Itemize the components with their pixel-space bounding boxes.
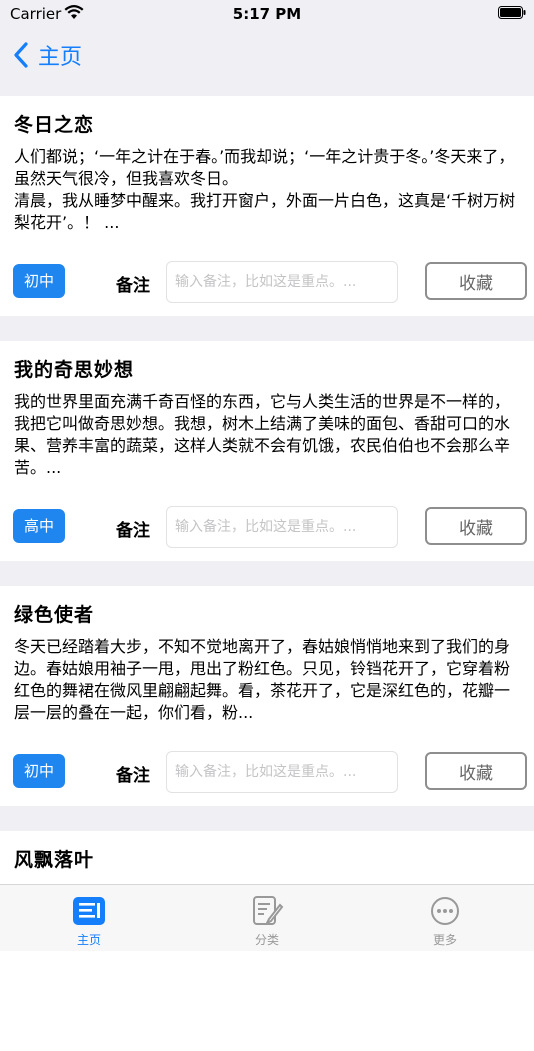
home-list-icon: [73, 897, 105, 925]
grade-badge: 高中: [13, 509, 65, 543]
grade-badge: 初中: [13, 754, 65, 788]
favorite-button[interactable]: 收藏: [425, 262, 527, 300]
essay-title: 绿色使者: [14, 604, 95, 626]
essay-excerpt: 人们都说；‘一年之计在于春。’而我却说；‘一年之计贵于冬。’冬天来了，虽然天气很…: [14, 147, 516, 232]
category-edit-icon: [253, 896, 284, 926]
tab-home-label: 主页: [76, 933, 101, 947]
status-bar: Carrier 5:17 PM: [0, 0, 534, 28]
note-input[interactable]: [166, 506, 398, 548]
tab-bar: 主页 分类 更多: [0, 884, 534, 951]
grade-badge: 初中: [13, 264, 65, 298]
status-time: 5:17 PM: [232, 5, 302, 23]
essay-title: 冬日之恋: [14, 114, 95, 136]
tab-category-label: 分类: [254, 933, 279, 947]
tab-more[interactable]: 更多: [400, 893, 490, 948]
back-button[interactable]: 主页: [12, 39, 82, 71]
battery-icon: [498, 6, 526, 19]
more-icon: [431, 897, 459, 925]
essay-title: 我的奇思妙想: [14, 359, 135, 381]
essay-card[interactable]: 绿色使者 冬天已经踏着大步，不知不觉地离开了，春姑娘悄悄地来到了我们的身边。春姑…: [0, 586, 534, 806]
note-label: 备注: [116, 276, 150, 296]
tab-more-label: 更多: [432, 933, 457, 947]
essay-title: 风飘落叶: [14, 849, 95, 871]
favorite-button[interactable]: 收藏: [425, 752, 527, 790]
tab-home[interactable]: 主页: [44, 893, 134, 948]
essay-card[interactable]: 冬日之恋 人们都说；‘一年之计在于春。’而我却说；‘一年之计贵于冬。’冬天来了，…: [0, 96, 534, 316]
note-input[interactable]: [166, 751, 398, 793]
note-input[interactable]: [166, 261, 398, 303]
essay-excerpt: 我的世界里面充满千奇百怪的东西，它与人类生活的世界是不一样的，我把它叫做奇思妙想…: [14, 392, 511, 477]
essay-excerpt: 冬天已经踏着大步，不知不觉地离开了，春姑娘悄悄地来到了我们的身边。春姑娘用袖子一…: [14, 637, 511, 722]
note-label: 备注: [116, 766, 150, 786]
navigation-bar: 主页: [0, 28, 534, 96]
note-label: 备注: [116, 521, 150, 541]
favorite-button[interactable]: 收藏: [425, 507, 527, 545]
essay-card[interactable]: 我的奇思妙想 我的世界里面充满千奇百怪的东西，它与人类生活的世界是不一样的，我把…: [0, 341, 534, 561]
chevron-left-icon: [14, 42, 28, 68]
back-button-label: 主页: [38, 45, 83, 70]
tab-category[interactable]: 分类: [222, 893, 312, 948]
